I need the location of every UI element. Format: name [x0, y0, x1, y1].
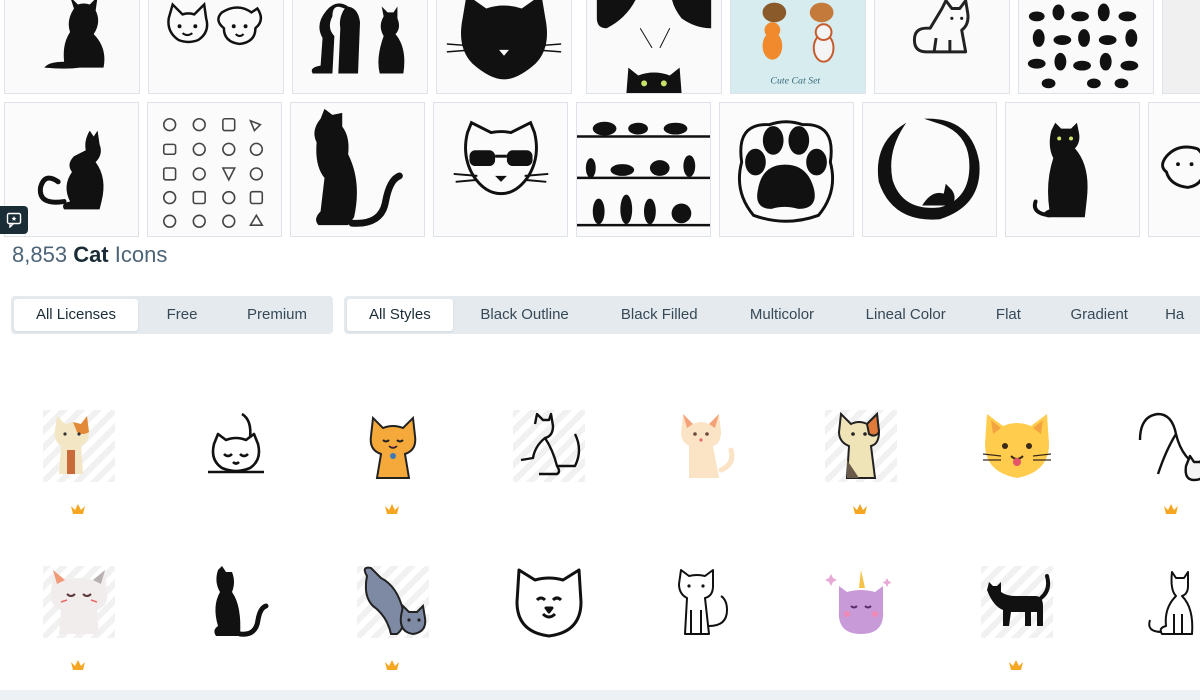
black-cat-face-icon [446, 0, 562, 80]
results-keyword: Cat [73, 242, 109, 267]
collection-tile[interactable] [147, 102, 282, 237]
collection-tile[interactable] [1148, 102, 1200, 237]
collection-tile[interactable] [436, 0, 572, 94]
white-kitten-flat-icon [43, 566, 115, 638]
results-suffix: Icons [114, 242, 168, 267]
premium-crown-icon [1009, 660, 1023, 670]
collection-tile[interactable] [874, 0, 1010, 94]
style-option-hand-drawn[interactable]: Ha [1151, 299, 1200, 331]
collection-tile[interactable] [1018, 0, 1154, 94]
collection-tile[interactable] [719, 102, 854, 237]
collection-tile[interactable] [290, 102, 425, 237]
premium-crown-icon [853, 504, 867, 514]
license-option-all[interactable]: All Licenses [14, 299, 138, 331]
collection-tile[interactable] [292, 0, 428, 94]
footer-bar [0, 690, 1200, 700]
yellow-cat-face-icon [981, 410, 1053, 482]
tall-cat-silhouette-icon [314, 108, 403, 227]
icon-card[interactable] [1126, 566, 1200, 686]
black-cat-sitting-icon [1032, 122, 1088, 218]
cat-and-dog-faces-icon [167, 1, 263, 46]
icon-grid-row [0, 566, 1200, 696]
icon-card[interactable] [971, 410, 1061, 530]
feedback-button[interactable] [0, 206, 28, 234]
collection-tile[interactable] [862, 102, 997, 237]
premium-crown-icon [71, 504, 85, 514]
dog-face-outline-icon [1161, 145, 1200, 189]
icon-card[interactable] [503, 410, 593, 530]
cat-line-sitting-icon [1136, 566, 1200, 638]
icon-card[interactable] [815, 410, 905, 530]
calico-cat-flat-icon [43, 410, 115, 482]
style-option-gradient[interactable]: Gradient [1047, 299, 1151, 331]
style-filter: All Styles Black Outline Black Filled Mu… [344, 296, 1200, 334]
license-option-free[interactable]: Free [138, 299, 226, 331]
icon-card[interactable] [347, 566, 437, 686]
cat-sitting-outline-icon [669, 566, 741, 638]
premium-crown-icon [385, 504, 399, 514]
peeking-black-cats-icon [596, 0, 712, 93]
collection-tile[interactable] [1005, 102, 1140, 237]
collection-preview-row-top: Cute Cat Set [0, 0, 1200, 94]
results-heading: 8,853 Cat Icons [12, 242, 167, 268]
black-cat-silhouette-icon [200, 566, 272, 638]
cat-stretching-outline-icon [200, 410, 272, 482]
collection-tile[interactable] [1162, 0, 1200, 94]
collection-tile[interactable]: Cute Cat Set [730, 0, 866, 94]
icon-card[interactable] [190, 566, 280, 686]
icon-card[interactable] [33, 410, 123, 530]
style-option-black-filled[interactable]: Black Filled [596, 299, 722, 331]
cat-outline-sitting-icon [912, 0, 970, 54]
cat-with-sunglasses-icon [453, 120, 549, 196]
cat-playing-outline-icon [513, 410, 585, 482]
icon-card[interactable] [659, 410, 749, 530]
orange-cat-lineal-color-icon [357, 410, 429, 482]
collection-preview-row-bottom [0, 102, 1200, 238]
cat-silhouette-sitting-icon [44, 0, 105, 69]
collection-tile[interactable] [586, 0, 722, 94]
gray-cats-lineal-color-icon [357, 566, 429, 638]
collection-tile[interactable] [4, 0, 140, 94]
cute-cat-set-illustration-icon: Cute Cat Set [762, 2, 835, 86]
cats-on-shelves-icon [577, 121, 710, 227]
style-option-all[interactable]: All Styles [347, 299, 453, 331]
collection-tile[interactable] [433, 102, 568, 237]
unicorn-cat-icon [825, 566, 897, 638]
license-option-premium[interactable]: Premium [226, 299, 328, 331]
premium-crown-icon [71, 660, 85, 670]
icon-card[interactable] [815, 566, 905, 686]
cat-in-circle-logo-icon [877, 118, 980, 220]
style-option-flat[interactable]: Flat [970, 299, 1048, 331]
results-count: 8,853 [12, 242, 68, 267]
style-option-black-outline[interactable]: Black Outline [453, 299, 597, 331]
icon-card[interactable] [190, 410, 280, 530]
cat-line-icon-set-icon [162, 117, 264, 228]
peach-cat-flat-icon [669, 410, 741, 482]
collection-tile[interactable] [576, 102, 711, 237]
black-cat-walking-icon [981, 566, 1053, 638]
cat-silhouettes-collection-icon [1027, 3, 1139, 89]
style-option-multicolor[interactable]: Multicolor [722, 299, 842, 331]
icon-card[interactable] [503, 566, 593, 686]
cat-stretching-kitten-outline-icon [1136, 410, 1200, 482]
icon-card[interactable] [659, 566, 749, 686]
icon-card[interactable] [1126, 410, 1200, 530]
cute-cat-set-caption: Cute Cat Set [770, 75, 820, 86]
collection-tile[interactable] [148, 0, 284, 94]
premium-crown-icon [1164, 504, 1178, 514]
style-option-lineal-color[interactable]: Lineal Color [842, 299, 970, 331]
cat-face-outline-icon [513, 566, 585, 638]
icon-card[interactable] [971, 566, 1061, 686]
license-filter: All Licenses Free Premium [11, 296, 333, 334]
icon-card[interactable] [33, 566, 123, 686]
icon-grid-row [0, 410, 1200, 540]
premium-crown-icon [385, 660, 399, 670]
dog-and-cat-silhouette-icon [311, 3, 405, 74]
paw-print-icon [737, 120, 835, 223]
feedback-icon [6, 212, 22, 228]
calico-cat-lineal-color-icon [825, 410, 897, 482]
icon-card[interactable] [347, 410, 437, 530]
